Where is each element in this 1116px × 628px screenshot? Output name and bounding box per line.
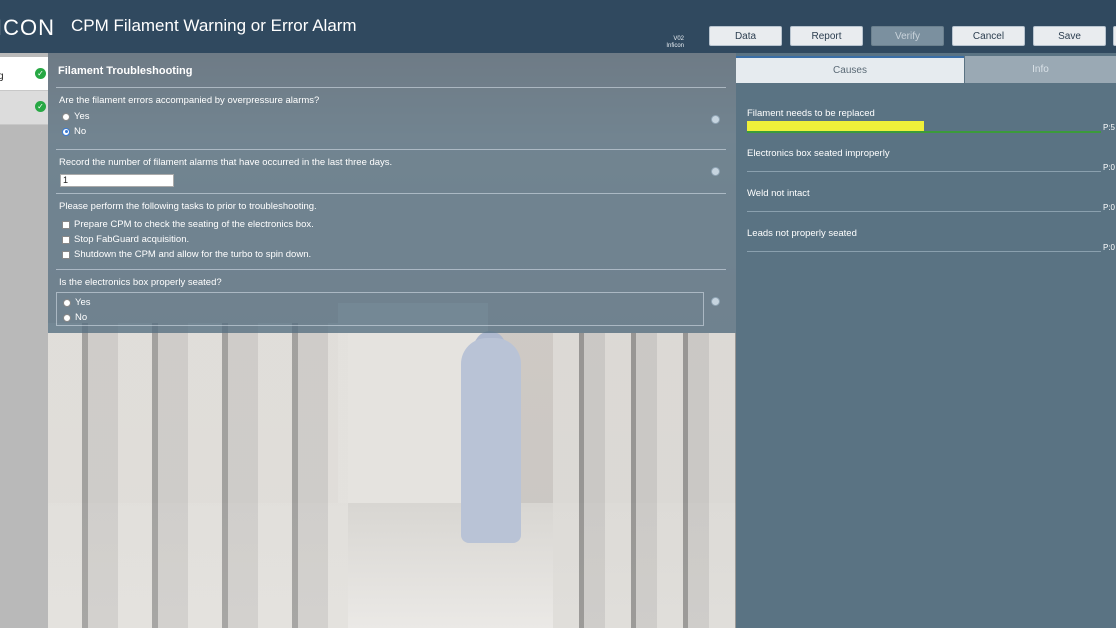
question-alarm-count: Record the number of filament alarms tha… — [56, 149, 726, 193]
option-no[interactable]: No — [63, 312, 87, 323]
question-text: Record the number of filament alarms tha… — [59, 157, 393, 168]
tab-causes[interactable]: Causes — [736, 56, 964, 83]
task-label: Prepare CPM to check the seating of the … — [74, 219, 314, 230]
troubleshooting-form: Filament Troubleshooting Are the filamen… — [48, 53, 736, 333]
option-label: Yes — [74, 111, 90, 122]
cause-score: P:0 — [1103, 163, 1116, 172]
option-yes[interactable]: Yes — [62, 111, 90, 122]
option-label: Yes — [75, 297, 91, 308]
cause-score: P:5 — [1103, 123, 1116, 132]
radio-no[interactable] — [62, 127, 70, 136]
vendor-name: Inficon — [666, 43, 684, 49]
question-prep-tasks: Please perform the following tasks to pr… — [56, 193, 726, 269]
task-stop-fabguard[interactable]: Stop FabGuard acquisition. — [62, 234, 189, 245]
task-prepare-cpm[interactable]: Prepare CPM to check the seating of the … — [62, 219, 314, 230]
option-label: No — [74, 126, 87, 137]
version-info: V02 Inficon — [664, 36, 684, 50]
question-options-box: Yes No — [56, 292, 704, 326]
alarm-count-input[interactable]: 1 — [60, 174, 174, 187]
version-number: V02 — [673, 36, 684, 42]
radio-yes[interactable] — [63, 298, 71, 307]
question-text: Are the filament errors accompanied by o… — [59, 95, 320, 106]
cause-probability-bar — [747, 161, 1101, 172]
cause-label: Leads not properly seated — [747, 228, 857, 239]
form-title: Filament Troubleshooting — [58, 65, 193, 77]
option-yes[interactable]: Yes — [63, 297, 91, 308]
cause-probability-line — [747, 131, 1101, 133]
report-button[interactable]: Report — [790, 26, 863, 46]
cause-label: Filament needs to be replaced — [747, 108, 875, 119]
help-icon[interactable] — [711, 167, 720, 176]
panel-tabs: Causes Info — [736, 56, 1116, 83]
left-nav: g ✓ ✓ — [0, 53, 48, 628]
check-circle-icon: ✓ — [35, 68, 46, 79]
tab-info[interactable]: Info — [965, 56, 1116, 83]
task-label: Shutdown the CPM and allow for the turbo… — [74, 249, 312, 260]
cause-score: P:0 — [1103, 243, 1116, 252]
question-overpressure: Are the filament errors accompanied by o… — [56, 87, 726, 149]
page-title: CPM Filament Warning or Error Alarm — [71, 16, 357, 35]
task-checkbox[interactable] — [62, 220, 70, 229]
cause-item[interactable]: Leads not properly seated P:0 — [747, 228, 1116, 252]
check-circle-icon: ✓ — [35, 101, 46, 112]
task-checkbox[interactable] — [62, 250, 70, 259]
help-icon[interactable] — [711, 297, 720, 306]
task-shutdown-cpm[interactable]: Shutdown the CPM and allow for the turbo… — [62, 249, 311, 260]
option-no[interactable]: No — [62, 126, 86, 137]
option-label: No — [75, 312, 88, 323]
question-electronics-seated: Is the electronics box properly seated? … — [56, 269, 726, 329]
cause-item[interactable]: Weld not intact P:0 — [747, 188, 1116, 212]
app-header: ICON CPM Filament Warning or Error Alarm… — [0, 0, 1116, 53]
cause-score: P:0 — [1103, 203, 1116, 212]
cause-probability-bar — [747, 121, 1101, 133]
verify-button[interactable]: Verify — [871, 26, 944, 46]
nav-item-step-2[interactable]: ✓ — [0, 91, 48, 125]
task-checkbox[interactable] — [62, 235, 70, 244]
cause-probability-fill — [747, 121, 924, 131]
cancel-button[interactable]: Cancel — [952, 26, 1025, 46]
nav-item-step-1[interactable]: g ✓ — [0, 57, 48, 91]
cause-probability-bar — [747, 201, 1101, 212]
task-label: Stop FabGuard acquisition. — [74, 234, 190, 245]
save-button[interactable]: Save — [1033, 26, 1106, 46]
nav-item-label: g — [0, 71, 4, 82]
question-text: Please perform the following tasks to pr… — [59, 201, 317, 212]
cause-item[interactable]: Electronics box seated improperly P:0 — [747, 148, 1116, 172]
cause-item[interactable]: Filament needs to be replaced P:5 — [747, 108, 1116, 133]
radio-no[interactable] — [63, 313, 71, 322]
radio-yes[interactable] — [62, 112, 70, 121]
question-text: Is the electronics box properly seated? — [59, 277, 222, 288]
help-icon[interactable] — [711, 115, 720, 124]
data-button[interactable]: Data — [709, 26, 782, 46]
brand-logo: ICON — [0, 15, 55, 40]
cause-probability-bar — [747, 241, 1101, 252]
cause-label: Weld not intact — [747, 188, 810, 199]
cause-label: Electronics box seated improperly — [747, 148, 890, 159]
causes-panel: Causes Info Filament needs to be replace… — [736, 53, 1116, 628]
